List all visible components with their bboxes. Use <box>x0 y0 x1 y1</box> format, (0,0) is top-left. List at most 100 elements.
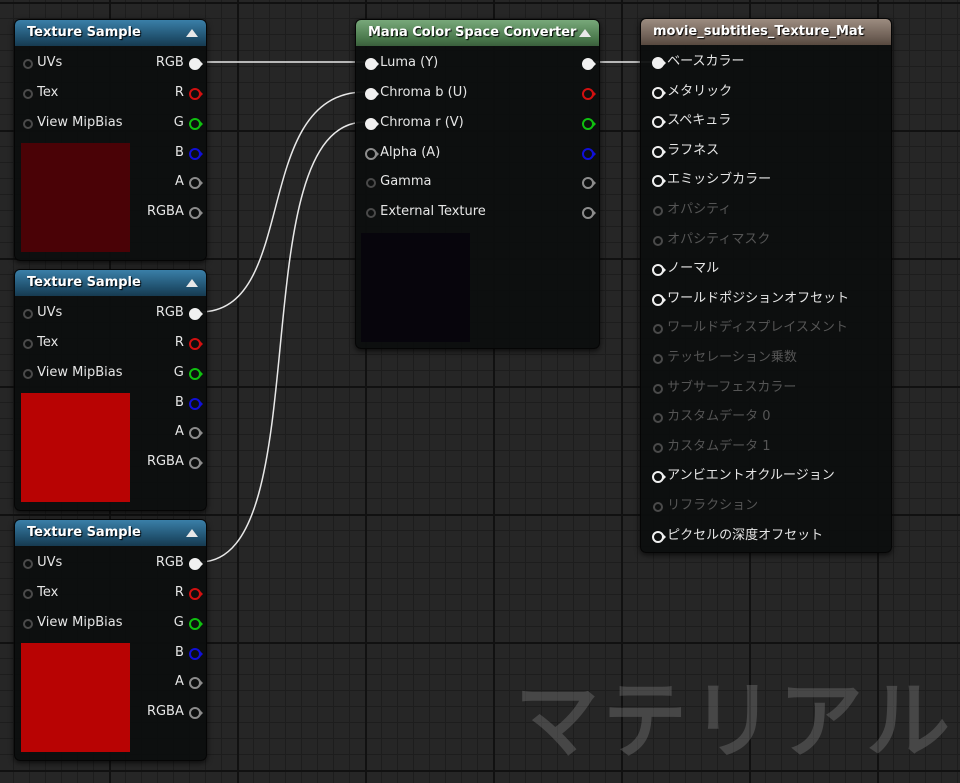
pin-icon[interactable] <box>651 145 666 158</box>
pin-icon[interactable] <box>651 411 663 424</box>
mana-color-space-converter-node[interactable]: Mana Color Space Converter Luma (Y) Chro… <box>355 19 600 349</box>
material-input-pin[interactable]: スペキュラ <box>651 111 731 131</box>
output-pin-b[interactable] <box>581 143 596 163</box>
pin-icon[interactable] <box>188 307 203 320</box>
pin-icon[interactable] <box>651 174 666 188</box>
input-pin-luma[interactable]: Luma (Y) <box>364 53 438 73</box>
output-pin-r[interactable] <box>581 83 596 103</box>
output-pin-rgb[interactable] <box>581 53 596 73</box>
output-pin-rgb[interactable]: RGB <box>156 53 203 73</box>
output-pin-a[interactable]: A <box>175 422 203 442</box>
pin-icon[interactable] <box>188 676 203 689</box>
pin-icon[interactable] <box>651 234 663 246</box>
output-pin-g[interactable]: G <box>174 363 203 383</box>
pin-icon[interactable] <box>188 337 203 350</box>
pin-icon[interactable] <box>21 117 33 129</box>
pin-icon[interactable] <box>651 441 663 453</box>
pin-icon[interactable] <box>188 617 203 630</box>
output-pin-b[interactable]: B <box>175 643 203 663</box>
pin-icon[interactable] <box>188 147 203 160</box>
output-pin-rgba[interactable]: RGBA <box>147 202 203 222</box>
material-input-pin[interactable]: オパシティ <box>651 200 731 220</box>
pin-icon[interactable] <box>188 176 203 189</box>
node-header[interactable]: Mana Color Space Converter <box>356 20 599 46</box>
input-pin-gamma[interactable]: Gamma <box>364 172 431 192</box>
pin-icon[interactable] <box>21 367 33 379</box>
pin-icon[interactable] <box>188 557 203 570</box>
pin-icon[interactable] <box>651 500 663 512</box>
pin-icon[interactable] <box>188 117 203 130</box>
output-pin-a[interactable] <box>581 172 596 192</box>
pin-icon[interactable] <box>188 647 203 660</box>
output-pin-rgba[interactable] <box>581 202 596 222</box>
pin-icon[interactable] <box>581 57 596 70</box>
pin-icon[interactable] <box>188 456 203 469</box>
output-pin-g[interactable]: G <box>174 613 203 633</box>
pin-icon[interactable] <box>651 293 666 306</box>
pin-icon[interactable] <box>188 57 203 70</box>
pin-icon[interactable] <box>364 57 379 70</box>
texture-sample-node-1[interactable]: Texture Sample UVs Tex View MipBias RGB … <box>14 19 207 261</box>
pin-icon[interactable] <box>364 206 376 218</box>
output-pin-r[interactable]: R <box>175 333 203 353</box>
material-input-pin[interactable]: ノーマル <box>651 259 719 279</box>
input-pin-tex[interactable]: Tex <box>21 83 58 103</box>
pin-icon[interactable] <box>581 87 596 100</box>
output-pin-a[interactable]: A <box>175 172 203 192</box>
output-pin-rgb[interactable]: RGB <box>156 553 203 573</box>
output-pin-r[interactable]: R <box>175 83 203 103</box>
pin-icon[interactable] <box>188 426 203 439</box>
input-pin-chroma-r[interactable]: Chroma r (V) <box>364 113 464 133</box>
material-input-pin[interactable]: オパシティマスク <box>651 230 770 250</box>
input-pin-view-mipbias[interactable]: View MipBias <box>21 363 122 383</box>
pin-icon[interactable] <box>188 367 203 380</box>
pin-icon[interactable] <box>651 382 663 394</box>
pin-icon[interactable] <box>364 176 376 188</box>
material-input-pin[interactable]: アンビエントオクルージョン <box>651 466 835 486</box>
pin-icon[interactable] <box>21 57 33 69</box>
texture-sample-node-2[interactable]: Texture Sample UVs Tex View MipBias RGB … <box>14 269 207 511</box>
output-pin-b[interactable]: B <box>175 143 203 163</box>
pin-icon[interactable] <box>364 87 379 100</box>
pin-icon[interactable] <box>581 117 596 130</box>
pin-icon[interactable] <box>364 147 379 160</box>
input-pin-uvs[interactable]: UVs <box>21 553 62 573</box>
pin-icon[interactable] <box>651 470 666 484</box>
pin-icon[interactable] <box>21 337 33 349</box>
output-pin-g[interactable]: G <box>174 113 203 133</box>
node-header[interactable]: Texture Sample <box>15 270 206 296</box>
pin-icon[interactable] <box>581 176 596 189</box>
pin-icon[interactable] <box>651 115 666 129</box>
pin-icon[interactable] <box>188 706 203 719</box>
input-pin-alpha[interactable]: Alpha (A) <box>364 143 440 163</box>
pin-icon[interactable] <box>21 617 33 629</box>
material-input-pin[interactable]: エミッシブカラー <box>651 170 771 190</box>
input-pin-view-mipbias[interactable]: View MipBias <box>21 613 122 633</box>
output-pin-rgba[interactable]: RGBA <box>147 452 203 472</box>
node-header[interactable]: Texture Sample <box>15 20 206 46</box>
material-input-pin[interactable]: ラフネス <box>651 141 719 161</box>
material-input-pin[interactable]: カスタムデータ 0 <box>651 407 771 427</box>
input-pin-view-mipbias[interactable]: View MipBias <box>21 113 122 133</box>
pin-icon[interactable] <box>651 204 663 216</box>
pin-icon[interactable] <box>581 206 596 219</box>
material-result-node[interactable]: movie_subtitles_Texture_Mat ベースカラー メタリック… <box>640 18 892 553</box>
input-pin-chroma-b[interactable]: Chroma b (U) <box>364 83 467 103</box>
material-input-pin[interactable]: ピクセルの深度オフセット <box>651 526 823 546</box>
material-input-pin[interactable]: カスタムデータ 1 <box>651 437 771 457</box>
pin-icon[interactable] <box>651 56 666 69</box>
pin-icon[interactable] <box>21 307 33 319</box>
material-input-pin[interactable]: サブサーフェスカラー <box>651 378 796 398</box>
output-pin-b[interactable]: B <box>175 393 203 413</box>
input-pin-tex[interactable]: Tex <box>21 333 58 353</box>
material-input-pin[interactable]: ワールドディスプレイスメント <box>651 318 848 338</box>
collapse-arrow-icon[interactable] <box>186 529 198 537</box>
material-input-pin[interactable]: ワールドポジションオフセット <box>651 289 849 309</box>
pin-icon[interactable] <box>581 147 596 160</box>
output-pin-r[interactable]: R <box>175 583 203 603</box>
pin-icon[interactable] <box>21 587 33 599</box>
pin-icon[interactable] <box>21 557 33 569</box>
output-pin-rgb[interactable]: RGB <box>156 303 203 323</box>
pin-icon[interactable] <box>651 322 663 335</box>
output-pin-rgba[interactable]: RGBA <box>147 702 203 722</box>
